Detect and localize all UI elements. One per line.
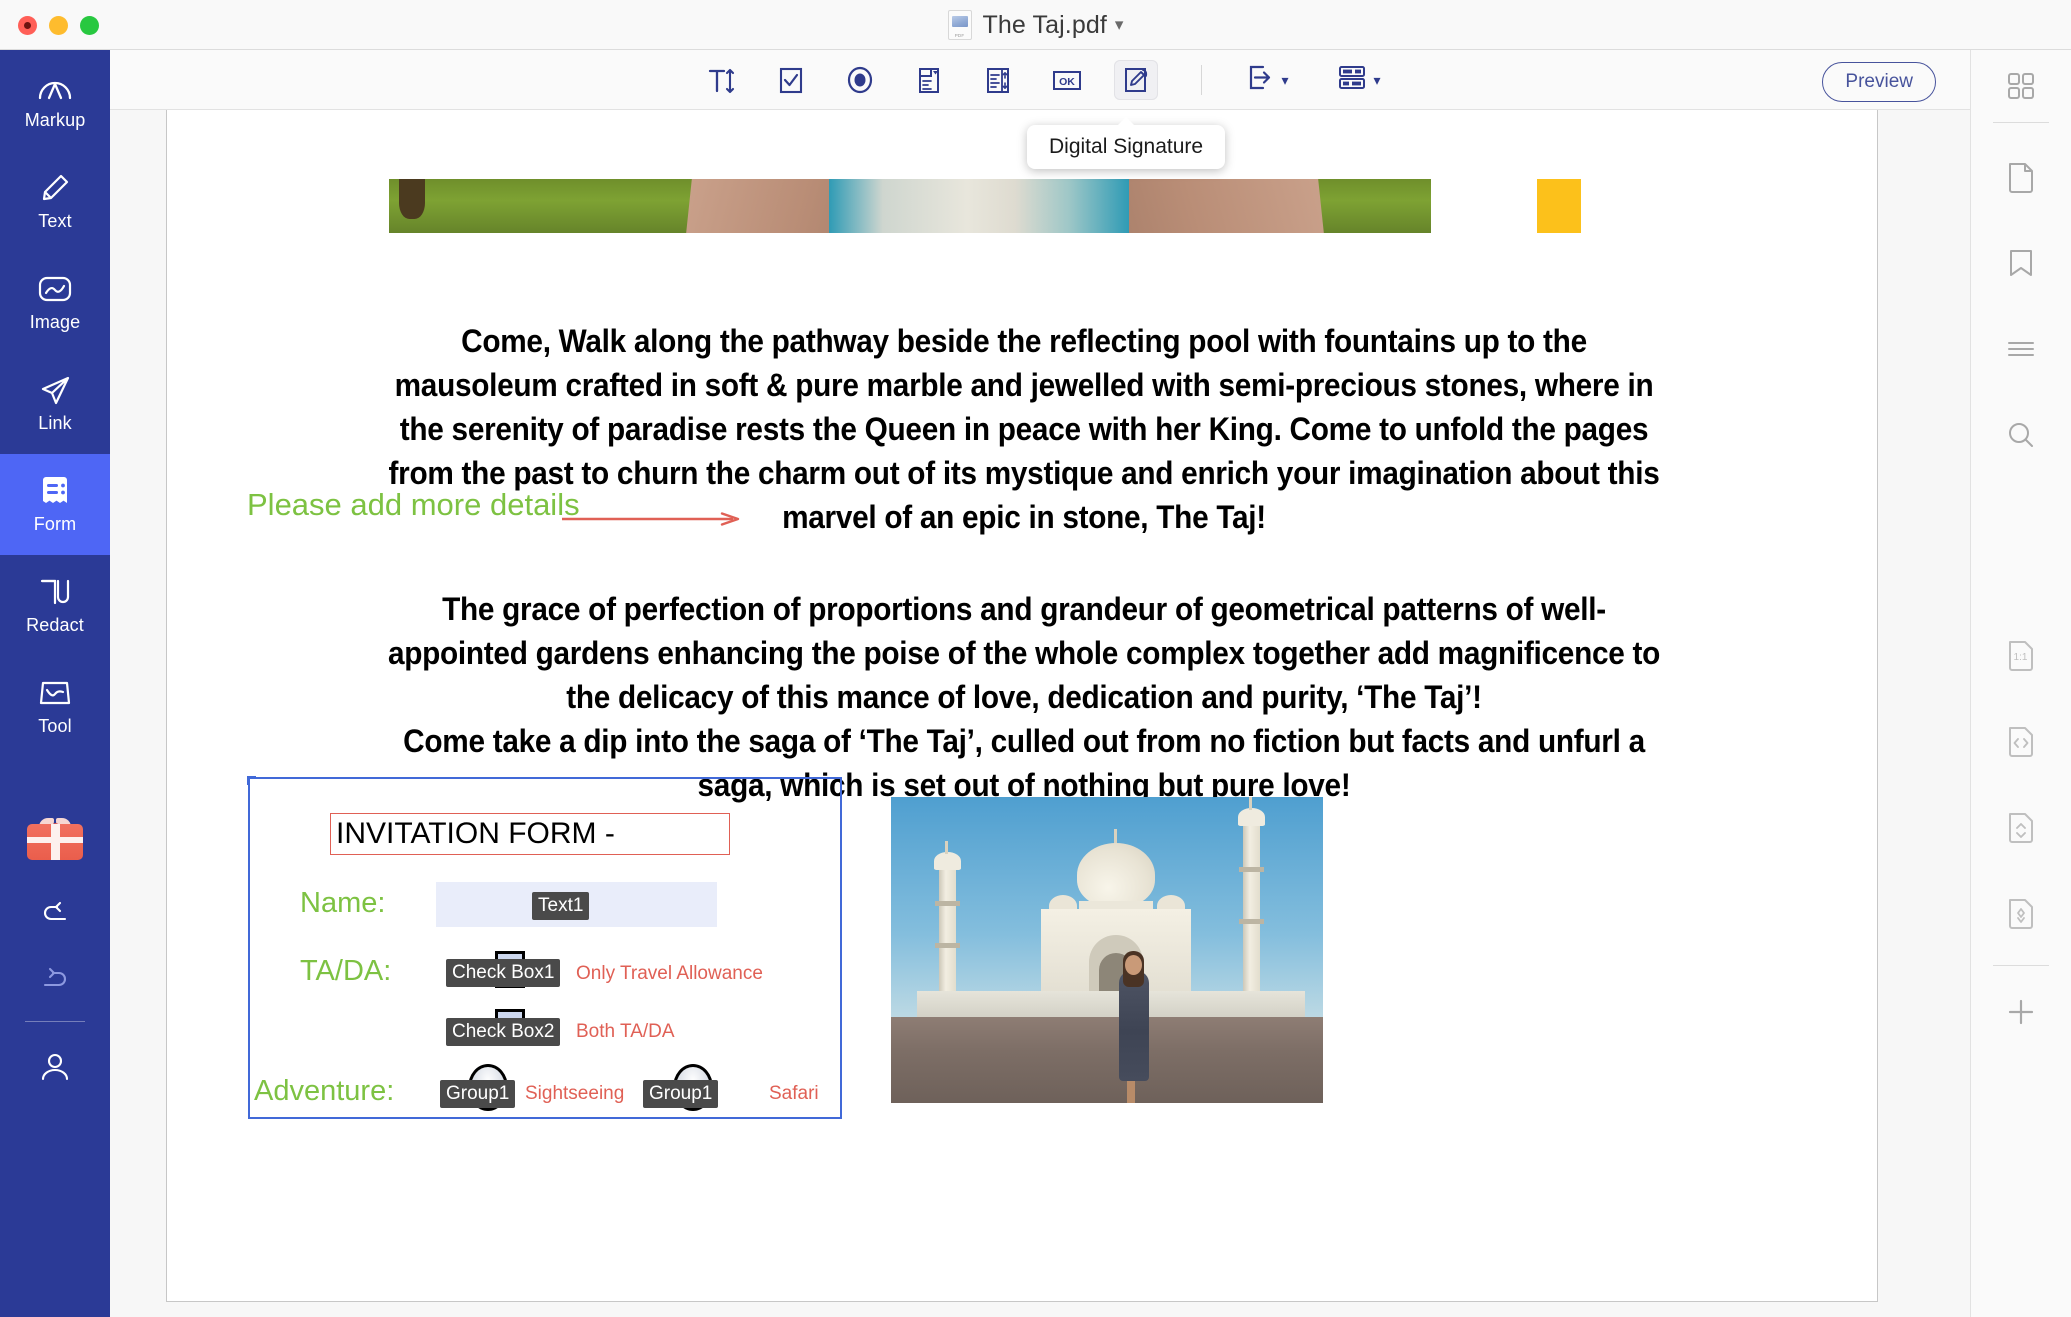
- form-settings-button[interactable]: ▾: [1336, 63, 1381, 96]
- form-tools-group: OK ▾ ▾: [700, 59, 1381, 100]
- combo-box-tool-button[interactable]: [907, 60, 951, 100]
- left-sidebar: Markup Text Image Link Form Redact Tool: [0, 50, 110, 1317]
- check-box-2-widget-tag[interactable]: Check Box2: [446, 1018, 561, 1046]
- rightbar-divider-2: [1993, 965, 2049, 966]
- sidebar-item-label: Image: [29, 312, 81, 332]
- svg-text:1:1: 1:1: [2014, 652, 2028, 663]
- digital-signature-tooltip: Digital Signature: [1027, 117, 1226, 169]
- sidebar-item-label: Text: [38, 211, 72, 231]
- form-title-field[interactable]: INVITATION FORM -: [330, 813, 730, 855]
- check-box-1-widget-tag[interactable]: Check Box1: [446, 959, 561, 987]
- sidebar-item-label: Form: [33, 514, 77, 534]
- minaret-left: [934, 841, 961, 995]
- document-title: The Taj.pdf: [982, 10, 1107, 39]
- gift-icon: [27, 818, 83, 860]
- chevron-down-icon: ▾: [1373, 71, 1381, 88]
- link-send-icon: [37, 373, 73, 406]
- list-box-tool-button[interactable]: [976, 60, 1020, 100]
- redact-icon: [37, 575, 73, 608]
- image-icon: [37, 272, 73, 305]
- account-button[interactable]: [0, 1032, 110, 1102]
- invitation-form-container[interactable]: INVITATION FORM - Name: Text1 TA/DA: Che…: [247, 776, 842, 1119]
- chevron-down-icon[interactable]: ▾: [1115, 15, 1124, 35]
- form-toolbar: OK ▾ ▾ Preview: [110, 50, 1971, 110]
- sidebar-item-text[interactable]: Text: [0, 151, 110, 252]
- document-paragraph-2: The grace of perfection of proportions a…: [387, 591, 1661, 715]
- radio-group1-option1-widget-tag[interactable]: Group1: [440, 1080, 516, 1108]
- tool-icon: [37, 676, 73, 709]
- redo-button[interactable]: [0, 945, 110, 1011]
- actual-size-button[interactable]: 1:1: [1971, 619, 2071, 691]
- pencil-icon: [37, 171, 73, 204]
- radio-group1-option2-description: Safari: [769, 1083, 819, 1104]
- sidebar-item-label: Markup: [24, 110, 86, 130]
- sidebar-item-label: Redact: [26, 615, 84, 635]
- outline-button[interactable]: [1971, 313, 2071, 385]
- markup-icon: [37, 70, 73, 103]
- account-icon: [37, 1051, 73, 1084]
- rightbar-divider: [1993, 122, 2049, 123]
- preview-button[interactable]: Preview: [1822, 62, 1936, 102]
- text-field-tool-button[interactable]: [700, 60, 744, 100]
- thumbnails-grid-button[interactable]: [1971, 50, 2071, 122]
- pdf-page[interactable]: Come, Walk along the pathway beside the …: [166, 110, 1878, 1302]
- fit-width-button[interactable]: [1971, 705, 2071, 777]
- fit-page-button[interactable]: [1971, 877, 2071, 949]
- form-label-name: Name:: [300, 887, 386, 919]
- right-sidebar: 1:1: [1970, 50, 2071, 1317]
- fit-height-button[interactable]: [1971, 791, 2071, 863]
- import-form-data-icon: [1245, 63, 1275, 96]
- banner-image[interactable]: [389, 179, 1581, 233]
- sidebar-item-form[interactable]: Form: [0, 454, 110, 555]
- sidebar-item-link[interactable]: Link: [0, 353, 110, 454]
- digital-signature-tool-button[interactable]: [1114, 59, 1159, 100]
- radio-button-tool-button[interactable]: [838, 60, 882, 100]
- form-settings-icon: [1336, 63, 1368, 96]
- check-box-2-description: Both TA/DA: [576, 1021, 675, 1042]
- sidebar-item-label: Link: [38, 413, 72, 433]
- undo-button[interactable]: [0, 879, 110, 945]
- radio-group1-option1-description: Sightseeing: [525, 1083, 625, 1104]
- form-resize-handle[interactable]: [247, 776, 256, 785]
- window-titlebar: The Taj.pdf ▾: [0, 0, 2071, 50]
- page-view-button[interactable]: [1971, 141, 2071, 213]
- text-field-widget-tag[interactable]: Text1: [532, 892, 590, 920]
- annotation-text[interactable]: Please add more details: [247, 487, 580, 523]
- document-canvas[interactable]: Come, Walk along the pathway beside the …: [110, 110, 1970, 1317]
- zoom-in-button[interactable]: [1971, 976, 2071, 1048]
- svg-text:OK: OK: [1060, 76, 1076, 88]
- minaret-right: [1238, 797, 1265, 995]
- form-icon: [37, 474, 73, 507]
- redo-icon: [37, 962, 73, 995]
- sidebar-item-redact[interactable]: Redact: [0, 555, 110, 656]
- sidebar-item-label: Tool: [38, 716, 72, 736]
- sidebar-item-markup[interactable]: Markup: [0, 50, 110, 151]
- sidebar-item-tool[interactable]: Tool: [0, 656, 110, 757]
- form-label-adventure: Adventure:: [254, 1075, 395, 1107]
- undo-icon: [37, 896, 73, 929]
- push-button-tool-button[interactable]: OK: [1045, 60, 1089, 100]
- chevron-down-icon: ▾: [1281, 71, 1289, 88]
- form-label-tada: TA/DA:: [300, 955, 392, 987]
- annotation-arrow-icon[interactable]: [560, 512, 742, 526]
- toolbar-divider: [1201, 64, 1203, 95]
- bookmarks-button[interactable]: [1971, 227, 2071, 299]
- sidebar-item-image[interactable]: Image: [0, 252, 110, 353]
- radio-group1-option2-widget-tag[interactable]: Group1: [643, 1080, 719, 1108]
- check-box-1-description: Only Travel Allowance: [576, 963, 763, 984]
- sidebar-divider: [25, 1021, 85, 1022]
- checkbox-tool-button[interactable]: [769, 60, 813, 100]
- gift-promo-button[interactable]: [0, 799, 110, 879]
- pdf-file-icon: [947, 10, 972, 40]
- taj-mahal-photo[interactable]: [891, 797, 1323, 1103]
- import-form-data-button[interactable]: ▾: [1245, 63, 1289, 96]
- document-title-group: The Taj.pdf ▾: [0, 0, 2071, 50]
- search-button[interactable]: [1971, 399, 2071, 471]
